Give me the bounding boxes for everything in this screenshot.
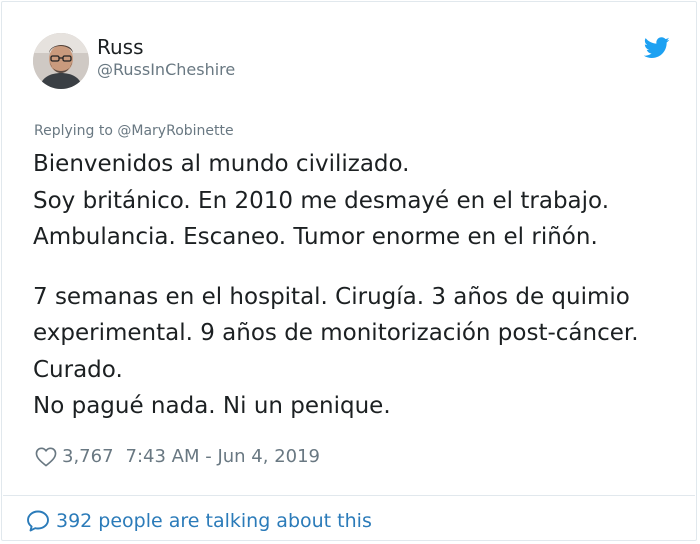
tweet-line: Ambulancia. Escaneo. Tumor enorme en el …	[33, 224, 598, 250]
avatar-photo-icon	[33, 33, 89, 89]
tweet-line: 7 semanas en el hospital. Cirugía. 3 año…	[33, 283, 630, 310]
replying-to-label: Replying to	[34, 123, 118, 139]
tweet-card: Russ @RussInCheshire Replying to @MaryRo…	[1, 1, 697, 541]
tweet-text: Bienvenidos al mundo civilizado. Soy bri…	[33, 146, 688, 425]
tweet-line: Bienvenidos al mundo civilizado.	[33, 151, 410, 177]
heart-icon[interactable]	[35, 447, 57, 467]
tweet-line: experimental. 9 años de monitorización p…	[33, 320, 639, 346]
author-name[interactable]: Russ	[97, 35, 144, 59]
like-count[interactable]: 3,767	[62, 445, 114, 469]
speech-bubble-icon	[27, 510, 49, 532]
avatar[interactable]	[33, 33, 89, 89]
replying-to: Replying to @MaryRobinette	[34, 122, 234, 140]
author-handle[interactable]: @RussInCheshire	[97, 60, 235, 80]
twitter-bird-icon[interactable]	[644, 37, 670, 59]
tweet-line: Soy británico. En 2010 me desmayé en el …	[33, 187, 610, 214]
conversation-link[interactable]: 392 people are talking about this	[26, 508, 372, 534]
tweet-timestamp[interactable]: 7:43 AM - Jun 4, 2019	[126, 445, 320, 469]
conversation-label: 392 people are talking about this	[56, 510, 372, 532]
tweet-meta: 3,767 7:43 AM - Jun 4, 2019	[35, 445, 320, 469]
divider	[3, 495, 695, 496]
replying-to-handle[interactable]: @MaryRobinette	[117, 123, 233, 139]
tweet-line: Curado.	[33, 356, 123, 383]
tweet-line: No pagué nada. Ni un penique.	[33, 393, 391, 419]
